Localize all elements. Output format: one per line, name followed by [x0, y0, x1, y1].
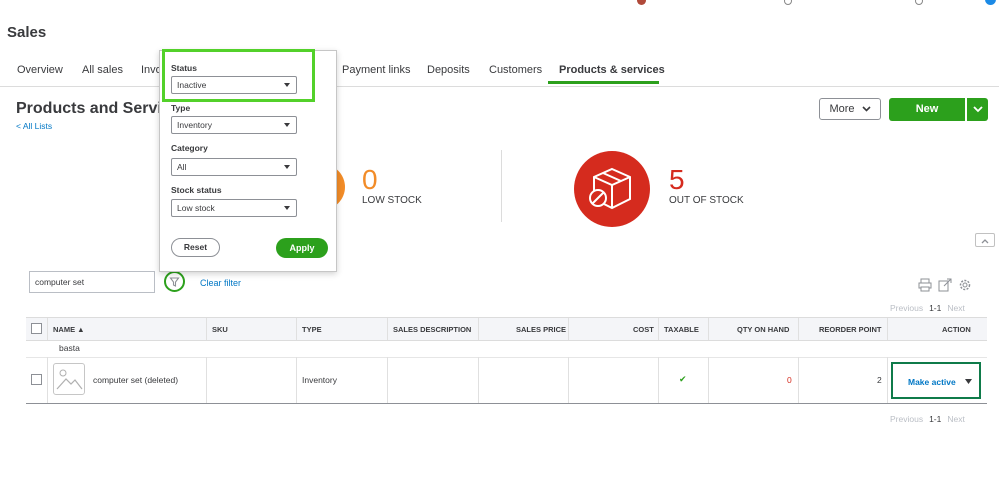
product-type: Inventory	[302, 375, 337, 385]
type-value: Inventory	[177, 120, 212, 130]
chevron-down-icon	[284, 165, 290, 169]
new-button-dropdown[interactable]	[966, 98, 988, 121]
stock-divider	[501, 150, 502, 222]
col-action: ACTION	[942, 325, 971, 334]
out-of-stock-label: OUT OF STOCK	[669, 195, 744, 206]
tab-customers[interactable]: Customers	[489, 64, 542, 76]
help-icon[interactable]	[784, 0, 792, 5]
product-image[interactable]	[53, 363, 85, 395]
tab-payment-links[interactable]: Payment links	[342, 64, 410, 76]
chevron-down-icon	[284, 123, 290, 127]
settings-icon	[959, 279, 971, 291]
pager-bottom: Previous 1-1 Next	[890, 414, 965, 424]
filter-icon	[169, 277, 180, 287]
action-highlight: Make active	[891, 362, 981, 399]
col-sku[interactable]: SKU	[212, 325, 228, 334]
avatar[interactable]	[637, 0, 646, 5]
low-stock-label: LOW STOCK	[362, 195, 422, 206]
type-select[interactable]: Inventory	[171, 116, 297, 134]
pager-range: 1-1	[929, 303, 942, 313]
search-input[interactable]: computer set	[29, 271, 155, 293]
print-button[interactable]	[918, 278, 932, 292]
chevron-down-icon	[284, 206, 290, 210]
type-label: Type	[171, 103, 191, 113]
product-name[interactable]: computer set (deleted)	[93, 375, 178, 385]
col-sales-price[interactable]: SALES PRICE	[516, 325, 566, 334]
settings-button[interactable]	[958, 278, 972, 292]
col-name[interactable]: NAME ▲	[53, 325, 85, 334]
taxable-check-icon: ✔	[679, 374, 687, 384]
tab-all-sales[interactable]: All sales	[82, 64, 123, 76]
status-select[interactable]: Inactive	[171, 76, 297, 94]
category-select[interactable]: All	[171, 158, 297, 176]
box-icon	[589, 167, 631, 210]
stock-status-select[interactable]: Low stock	[171, 199, 297, 217]
tab-products-services[interactable]: Products & services	[559, 64, 665, 76]
tab-deposits[interactable]: Deposits	[427, 64, 470, 76]
print-icon	[918, 278, 932, 292]
pager-range: 1-1	[929, 414, 942, 424]
col-sales-description[interactable]: SALES DESCRIPTION	[393, 325, 471, 334]
make-active-link[interactable]: Make active	[908, 377, 956, 387]
collapse-button[interactable]	[975, 233, 995, 247]
pager-top: Previous 1-1 Next	[890, 303, 965, 313]
col-taxable[interactable]: TAXABLE	[664, 325, 699, 334]
filter-panel: Status Inactive Type Inventory Category …	[159, 49, 337, 272]
out-of-stock-icon[interactable]	[574, 151, 650, 227]
col-cost[interactable]: COST	[633, 325, 654, 334]
category-value: All	[177, 162, 187, 172]
chevron-down-icon	[284, 83, 290, 87]
pager-next[interactable]: Next	[947, 414, 964, 424]
category-label: Category	[171, 143, 208, 153]
stock-status-value: Low stock	[177, 203, 215, 213]
col-qty-on-hand[interactable]: QTY ON HAND	[737, 325, 789, 334]
table-row: computer set (deleted) Inventory ✔ 0 2 M…	[26, 357, 987, 404]
col-type[interactable]: TYPE	[302, 325, 322, 334]
chevron-down-icon[interactable]	[965, 379, 972, 384]
table-header: NAME ▲ SKU TYPE SALES DESCRIPTION SALES …	[26, 317, 987, 341]
export-button[interactable]	[938, 278, 952, 292]
sales-tabs: Overview All sales Invo Payment links De…	[0, 58, 999, 87]
apply-button[interactable]: Apply	[276, 238, 328, 258]
group-row: basta	[26, 339, 987, 358]
low-stock-count[interactable]: 0	[362, 166, 378, 194]
pager-previous[interactable]: Previous	[890, 303, 923, 313]
row-checkbox[interactable]	[31, 374, 42, 385]
tab-overview[interactable]: Overview	[17, 64, 63, 76]
page-heading: Sales	[7, 24, 47, 41]
chevron-up-icon	[981, 239, 989, 244]
out-of-stock-count[interactable]: 5	[669, 166, 685, 194]
pager-next[interactable]: Next	[947, 303, 964, 313]
new-button[interactable]: New	[889, 98, 965, 121]
active-tab-indicator	[548, 81, 659, 84]
select-all-checkbox[interactable]	[31, 323, 42, 334]
assistant-icon[interactable]	[985, 0, 996, 5]
top-bar-cropped	[0, 0, 999, 6]
product-reorder-point: 2	[877, 375, 882, 385]
reset-button[interactable]: Reset	[171, 238, 220, 257]
more-button-label: More	[829, 103, 855, 115]
chevron-down-icon	[861, 106, 871, 112]
clear-filter-link[interactable]: Clear filter	[200, 278, 241, 288]
image-placeholder-icon	[56, 369, 83, 390]
notification-icon[interactable]	[915, 0, 923, 5]
filter-button[interactable]	[164, 271, 185, 292]
status-value: Inactive	[177, 80, 207, 90]
group-label: basta	[59, 343, 80, 353]
product-qty-on-hand: 0	[787, 375, 792, 385]
more-button[interactable]: More	[819, 98, 881, 120]
status-label: Status	[171, 63, 197, 73]
page-title: Products and Servic	[16, 100, 171, 117]
chevron-down-icon	[973, 106, 983, 113]
all-lists-link[interactable]: < All Lists	[16, 121, 52, 131]
pager-previous[interactable]: Previous	[890, 414, 923, 424]
col-reorder-point[interactable]: REORDER POINT	[819, 325, 882, 334]
stock-status-label: Stock status	[171, 185, 222, 195]
export-icon	[938, 278, 952, 292]
